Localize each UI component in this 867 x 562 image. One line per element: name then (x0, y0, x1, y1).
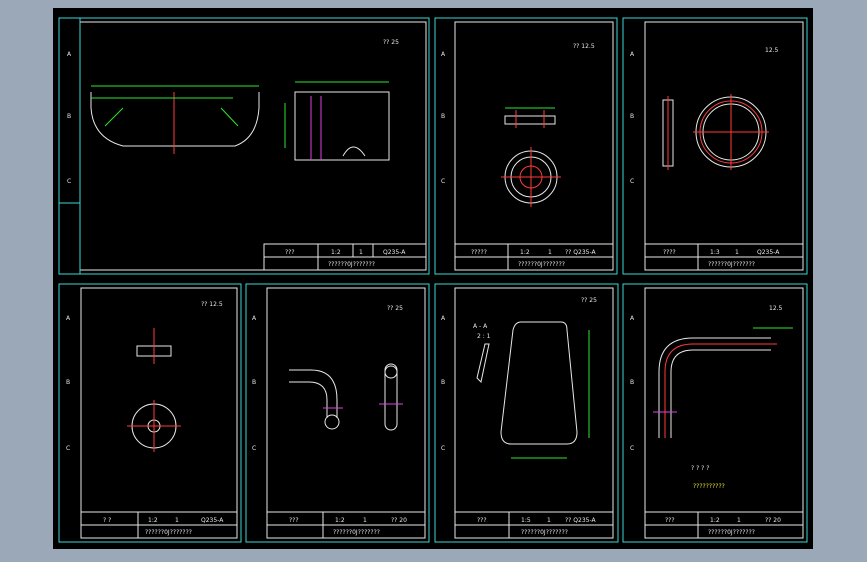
elbow-pipe-inner (670, 349, 771, 438)
row-label-a: A (630, 315, 635, 322)
scale-value: 1:2 (710, 517, 720, 524)
section-scale: 2 : 1 (477, 333, 491, 340)
scale-value: 1:5 (521, 517, 531, 524)
roughness-note: ?? 12.5 (201, 301, 223, 308)
part-name: ??? (665, 517, 675, 524)
sheet-border (622, 17, 808, 275)
row-label-b: B (630, 379, 634, 386)
material-value: ?? Q235-A (565, 249, 596, 256)
material-value: ?? 20 (391, 517, 407, 524)
tray-outline (90, 92, 260, 147)
bracket-plate-outline (500, 321, 578, 445)
side-view-outline (294, 91, 390, 161)
sheet-4[interactable]: A B C ? ? 1:2 1 Q235-A ??????0J??????? ?… (58, 283, 242, 543)
material-value: ?? Q235-A (565, 517, 596, 524)
row-label-b: B (66, 379, 70, 386)
part-name: ??? (289, 517, 299, 524)
material-value: Q235-A (383, 249, 406, 256)
part-name: ??? (477, 517, 487, 524)
row-label-c: C (441, 445, 445, 452)
qty-value: 1 (359, 249, 363, 256)
qty-value: 1 (548, 249, 552, 256)
title-subtitle: ??????0J??????? (708, 261, 755, 268)
roughness-note: ?? 12.5 (573, 43, 595, 50)
sheet-5[interactable]: A B C ??? 1:2 1 ?? 20 ??????0J??????? ??… (245, 283, 430, 543)
roughness-note: ?? 25 (581, 297, 597, 304)
row-label-c: C (66, 445, 70, 452)
note-text: ?????????? (693, 483, 725, 490)
bracket-section (476, 343, 490, 384)
sheet-border (58, 17, 430, 275)
scale-value: 1:2 (148, 517, 158, 524)
row-label-a: A (441, 315, 446, 322)
elbow-pipe-outer (658, 337, 771, 438)
part-name: ????? (471, 249, 487, 256)
drawing-canvas[interactable]: A B C ??? 1:2 1 Q235-A ??????0J??????? ?… (53, 8, 813, 549)
roughness-note: 12.5 (769, 305, 783, 312)
title-subtitle: ??????0J??????? (521, 529, 568, 536)
title-subtitle: ??????0J??????? (145, 529, 192, 536)
sheet-3[interactable]: A B C ???? 1:3 1 Q235-A ??????0J??????? … (622, 17, 808, 275)
side-view-arc (342, 146, 366, 157)
part-name: ???? (663, 249, 676, 256)
inner-frame (80, 287, 238, 539)
row-label-c: C (630, 445, 634, 452)
title-subtitle: ??????0J??????? (333, 529, 380, 536)
material-value: Q235-A (201, 517, 224, 524)
bent-pipe-outer (289, 369, 338, 418)
roughness-note: 12.5 (765, 47, 779, 54)
title-subtitle: ??????0J??????? (328, 261, 375, 268)
row-label-c: C (252, 445, 256, 452)
inner-frame (644, 21, 804, 271)
row-label-b: B (67, 113, 71, 120)
scale-value: 1:3 (710, 249, 720, 256)
elbow-center-line (664, 343, 777, 438)
note-marks: ? ? ? ? (691, 465, 709, 472)
sheet-border (434, 283, 619, 543)
row-label-b: B (441, 379, 445, 386)
sheet-border (622, 283, 808, 543)
material-value: ?? 20 (765, 517, 781, 524)
scale-value: 1:2 (520, 249, 530, 256)
row-label-a: A (66, 315, 71, 322)
inner-frame (644, 287, 804, 539)
row-label-c: C (67, 178, 71, 185)
row-label-a: A (441, 51, 446, 58)
row-label-c: C (630, 178, 634, 185)
pipe-side-view (384, 363, 398, 431)
roughness-note: ?? 25 (387, 305, 403, 312)
row-label-c: C (441, 178, 445, 185)
qty-value: 1 (363, 517, 367, 524)
flange-section (504, 115, 556, 125)
sheet-1[interactable]: A B C ??? 1:2 1 Q235-A ??????0J??????? ?… (58, 17, 430, 275)
qty-value: 1 (175, 517, 179, 524)
cad-model-space[interactable]: A B C ??? 1:2 1 Q235-A ??????0J??????? ?… (53, 8, 813, 549)
scale-value: 1:2 (335, 517, 345, 524)
row-label-a: A (630, 51, 635, 58)
title-subtitle: ??????0J??????? (518, 261, 565, 268)
row-label-b: B (441, 113, 445, 120)
sheet-2[interactable]: A B C ????? 1:2 1 ?? Q235-A ??????0J????… (434, 17, 618, 275)
qty-value: 1 (735, 249, 739, 256)
row-label-b: B (630, 113, 634, 120)
sheet-7[interactable]: A B C ??? 1:2 1 ?? 20 ??????0J??????? 12… (622, 283, 808, 543)
row-label-b: B (252, 379, 256, 386)
sheet-border (58, 283, 242, 543)
qty-value: 1 (547, 517, 551, 524)
qty-value: 1 (737, 517, 741, 524)
part-name: ? ? (103, 517, 111, 524)
title-subtitle: ??????0J??????? (708, 529, 755, 536)
row-label-a: A (252, 315, 257, 322)
inner-frame (454, 21, 614, 271)
section-label: A - A (473, 323, 488, 330)
row-label-a: A (67, 51, 72, 58)
scale-value: 1:2 (331, 249, 341, 256)
part-name: ??? (285, 249, 295, 256)
inner-frame (266, 287, 426, 539)
material-value: Q235-A (757, 249, 780, 256)
sheet-border (434, 17, 618, 275)
roughness-note: ?? 25 (383, 39, 399, 46)
sheet-6[interactable]: A B C ??? 1:5 1 ?? Q235-A ??????0J??????… (434, 283, 619, 543)
